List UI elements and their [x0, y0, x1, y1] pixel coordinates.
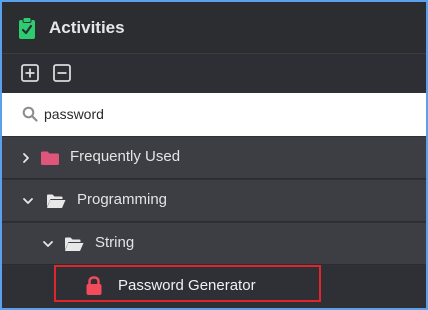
folder-open-icon	[65, 237, 84, 251]
search-bar	[2, 93, 426, 136]
chevron-down-icon[interactable]	[42, 238, 54, 250]
panel-header: Activities	[2, 2, 426, 54]
plus-square-icon[interactable]	[21, 64, 39, 82]
tree-item-programming[interactable]: Programming	[2, 180, 426, 222]
chevron-down-icon[interactable]	[22, 195, 34, 207]
tree-item-frequently-used[interactable]: Frequently Used	[2, 137, 426, 179]
chevron-right-icon[interactable]	[20, 152, 32, 164]
tree-item-label: Password Generator	[118, 277, 256, 294]
activities-panel: Activities Frequently Used	[0, 0, 428, 310]
tree-item-password-generator[interactable]: Password Generator	[2, 266, 426, 308]
search-icon	[22, 106, 38, 122]
tree-item-label: String	[95, 234, 135, 251]
panel-title: Activities	[49, 18, 125, 37]
clipboard-check-icon	[19, 17, 35, 39]
tree-item-label: Programming	[77, 191, 168, 208]
search-input[interactable]	[44, 101, 404, 127]
tree-toolbar	[2, 54, 426, 92]
lock-icon	[86, 276, 102, 295]
tree-item-label: Frequently Used	[70, 148, 181, 165]
minus-square-icon[interactable]	[53, 64, 71, 82]
folder-open-icon	[47, 194, 66, 208]
tree-item-string[interactable]: String	[2, 223, 426, 265]
folder-icon	[41, 151, 59, 165]
